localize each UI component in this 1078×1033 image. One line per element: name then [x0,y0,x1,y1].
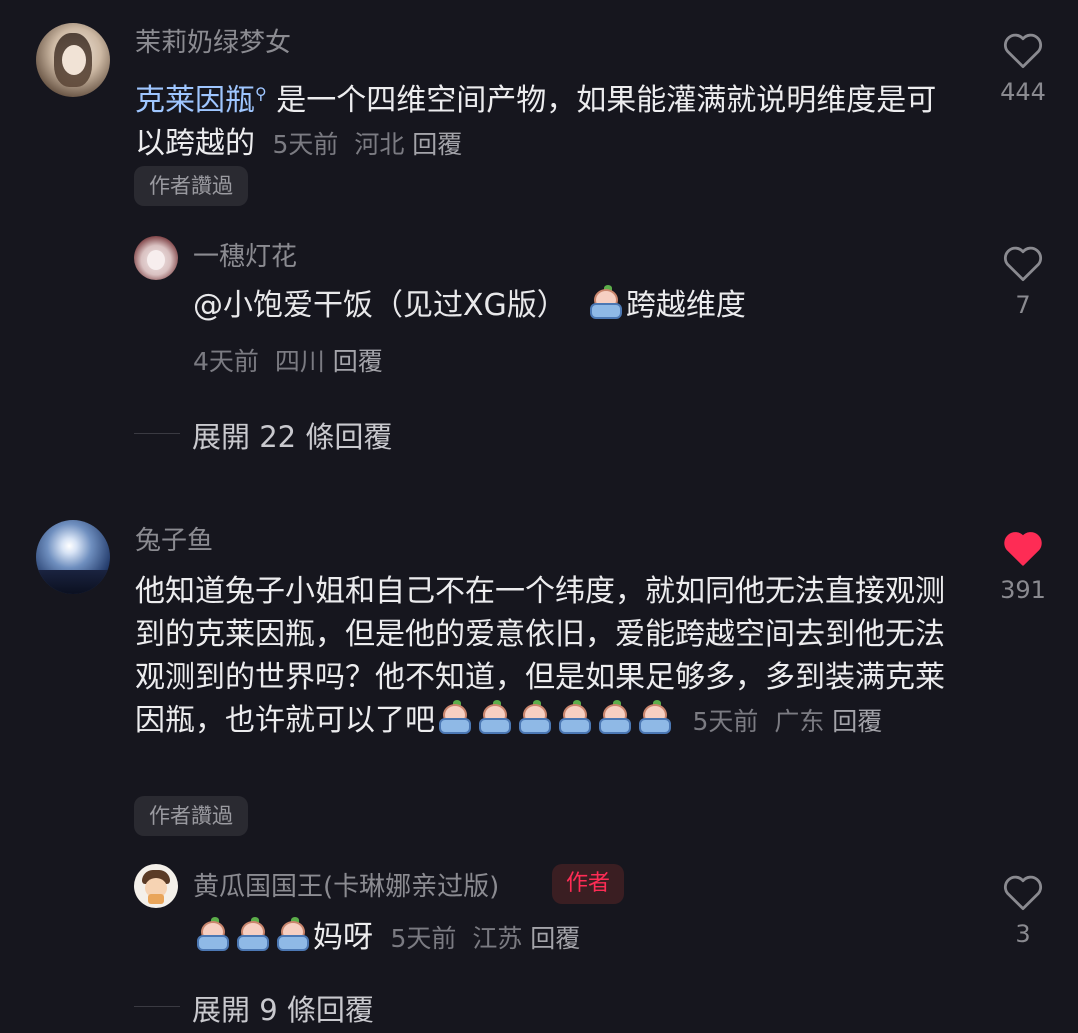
author-liked-tag: 作者讚過 [134,796,248,836]
comment-location: 江苏 [472,924,523,953]
search-icon[interactable]: ⚲ [255,84,267,103]
crying-emoji [636,700,674,738]
like-button[interactable]: 3 [993,872,1053,948]
avatar[interactable] [134,864,178,908]
crying-emoji [194,917,232,955]
username[interactable]: 黄瓜国国王(卡琳娜亲过版) [193,866,499,903]
reply-text: @小饱爱干饭（见过XG版） 跨越维度 [193,284,963,327]
crying-emoji [274,917,312,955]
crying-emoji [556,700,594,738]
like-button[interactable]: 444 [993,30,1053,106]
comment-time: 4天前 [193,347,259,376]
mention-link[interactable]: @小饱爱干饭（见过XG版） [193,288,567,323]
comment-location: 广东 [774,707,825,736]
reply-meta: 4天前 四川 回覆 [193,342,383,378]
like-count: 7 [1015,291,1031,319]
author-badge: 作者 [552,864,625,904]
crying-emoji [234,917,272,955]
crying-emoji [596,700,634,738]
avatar[interactable] [36,23,110,97]
divider [134,1006,180,1007]
search-link[interactable]: 克莱因瓶 [135,83,255,118]
comment-location: 四川 [274,347,325,376]
divider [134,433,180,434]
author-liked-tag: 作者讚過 [134,166,248,206]
avatar[interactable] [36,520,110,594]
heart-outline-icon [1004,33,1042,69]
avatar[interactable] [134,236,178,280]
reply-text: 妈呀 5天前 江苏 回覆 [193,916,963,960]
username[interactable]: 兔子鱼 [135,520,213,557]
comment-time: 5天前 [390,924,457,953]
reply-button[interactable]: 回覆 [333,347,383,376]
comment-text: 他知道兔子小姐和自己不在一个纬度，就如同他无法直接观测到的克莱因瓶，但是他的爱意… [135,574,945,738]
heart-outline-icon [1004,875,1042,911]
expand-replies-button[interactable]: 展開 22 條回覆 [192,414,392,456]
like-count: 391 [1000,576,1046,604]
expand-replies-button[interactable]: 展開 9 條回覆 [192,987,374,1029]
comment-time: 5天前 [272,130,339,159]
reply-button[interactable]: 回覆 [412,130,462,159]
username[interactable]: 茉莉奶绿梦女 [135,22,291,59]
crying-emoji [516,700,554,738]
like-count: 3 [1015,920,1031,948]
like-button[interactable]: 391 [993,528,1053,604]
reply-button[interactable]: 回覆 [832,707,882,736]
crying-emoji [436,700,474,738]
username[interactable]: 一穗灯花 [193,236,297,273]
heart-outline-icon [1004,246,1042,282]
like-button[interactable]: 7 [993,243,1053,319]
heart-filled-icon [1004,532,1042,566]
comment-text: 克莱因瓶⚲ 是一个四维空间产物，如果能灌满就说明维度是可以跨越的 5天前 河北 … [135,83,937,161]
comment-time: 5天前 [692,707,759,736]
reply-button[interactable]: 回覆 [530,924,580,953]
like-count: 444 [1000,78,1046,106]
crying-emoji [587,285,625,323]
comment-location: 河北 [354,130,405,159]
crying-emoji [476,700,514,738]
